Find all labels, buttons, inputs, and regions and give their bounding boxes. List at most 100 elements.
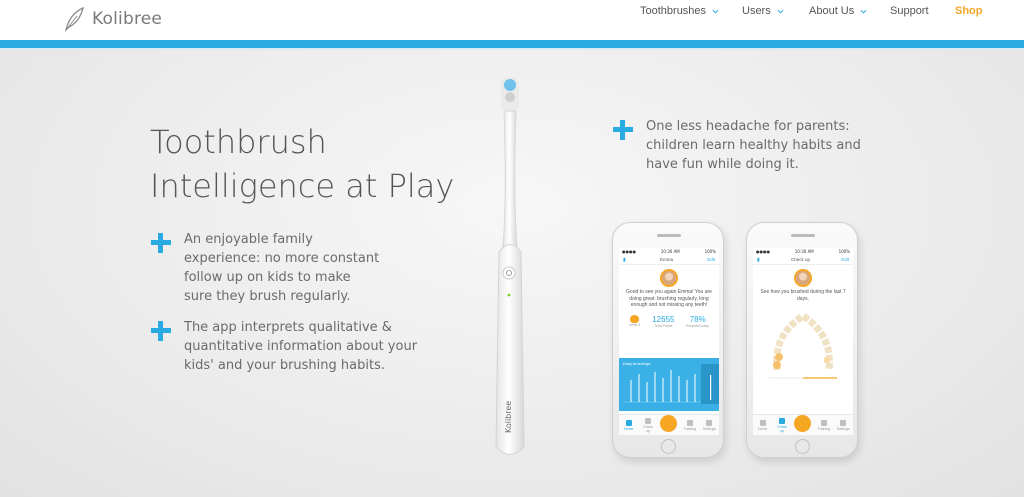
- stat-label: Brushed today: [686, 323, 709, 328]
- tab-training[interactable]: Training: [683, 419, 697, 431]
- tab-settings[interactable]: Settings: [836, 419, 850, 431]
- teeth-map: [769, 311, 837, 379]
- settings-icon: [706, 419, 713, 426]
- greeting-message: Good to see you again Emma! You are doin…: [626, 289, 712, 308]
- header-accent-bar: [0, 40, 1024, 50]
- nav-toothbrushes-label: Toothbrushes: [640, 5, 707, 17]
- toothbrush-small-icon[interactable]: ▮: [757, 257, 760, 263]
- level-icon: [630, 315, 640, 323]
- feature-app: The app interprets qualitative & quantit…: [150, 318, 420, 375]
- nav-shop-label: Shop: [955, 5, 983, 17]
- app-title: Emma: [659, 257, 673, 262]
- status-carrier: ●●●●: [622, 249, 636, 254]
- phone-mockup-profile: ●●●● 10:30 AM 100% ▮ Emma Edit Good to s…: [612, 222, 724, 458]
- chevron-down-icon: [712, 9, 719, 14]
- status-carrier: ●●●●: [756, 249, 770, 254]
- checkup-icon: [779, 417, 786, 424]
- nav-about-us-label: About Us: [809, 5, 855, 17]
- main-nav: Toothbrushes Users About Us Support Shop: [0, 5, 1024, 19]
- avatar: [660, 269, 678, 287]
- edit-link[interactable]: Edit: [707, 257, 715, 262]
- toothbrush-brand-text: Kolibree: [504, 401, 513, 433]
- chevron-down-icon: [860, 9, 867, 14]
- phone-speaker: [791, 234, 815, 237]
- stat-value: 78%: [689, 314, 706, 324]
- tab-home[interactable]: Home: [756, 419, 770, 431]
- brushing-bars: [623, 364, 719, 404]
- toothbrush-small-icon[interactable]: ▮: [623, 257, 626, 263]
- tab-training-label: Training: [817, 426, 831, 431]
- hero-title: Toothbrush Intelligence at Play: [150, 120, 490, 208]
- nav-users-label: Users: [742, 5, 771, 17]
- stat-label: Total Points: [654, 323, 673, 328]
- app-bar: ▮ Emma Edit: [619, 255, 719, 265]
- site-header: Kolibree Toothbrushes Users About Us Sup…: [0, 0, 1024, 40]
- tab-settings-label: Settings: [702, 426, 716, 431]
- avatar: [794, 269, 812, 287]
- tab-home[interactable]: Home: [622, 419, 636, 431]
- nav-support[interactable]: Support: [890, 5, 929, 17]
- tab-check-up-label: Check up: [777, 424, 788, 433]
- tab-training-label: Training: [683, 426, 697, 431]
- status-bar: ●●●● 10:30 AM 100%: [753, 248, 853, 255]
- tab-check-up-label: Check up: [643, 424, 654, 433]
- tab-home-label: Home: [624, 426, 634, 431]
- stat-label: Level 3: [628, 323, 641, 327]
- feature-text: An enjoyable family experience: no more …: [184, 232, 380, 304]
- home-icon: [625, 419, 632, 426]
- training-icon: [820, 419, 827, 426]
- training-icon: [686, 419, 693, 426]
- home-icon: [759, 419, 766, 426]
- tab-check-up[interactable]: Check up: [641, 417, 655, 433]
- stat-value: 12655: [652, 314, 675, 324]
- status-time: 10:30 AM: [660, 249, 680, 254]
- chevron-down-icon: [777, 9, 784, 14]
- tab-check-up[interactable]: Check up: [775, 417, 789, 433]
- phone-screen: ●●●● 10:30 AM 100% ▮ Check up Edit See h…: [753, 248, 853, 435]
- stat-brushed: 78% Brushed today: [686, 315, 709, 328]
- tab-bar: Home Check up Training Settings: [753, 414, 853, 435]
- feature-family: An enjoyable family experience: no more …: [150, 230, 380, 306]
- hero-title-line1: Toothbrush: [150, 123, 327, 161]
- stat-points: 12655 Total Points: [652, 315, 674, 328]
- app-title: Check up: [790, 257, 810, 262]
- hero-section: Toothbrush Intelligence at Play An enjoy…: [0, 50, 1024, 497]
- checkup-message: See how you brushed during the last 7 da…: [760, 289, 846, 302]
- tab-home-label: Home: [758, 426, 768, 431]
- stat-level: Level 3: [629, 315, 640, 327]
- status-time: 10:30 AM: [794, 249, 814, 254]
- tab-settings[interactable]: Settings: [702, 419, 716, 431]
- feature-text: One less headache for parents: children …: [646, 119, 861, 172]
- status-battery: 100%: [704, 249, 716, 254]
- phone-home-button: [661, 439, 676, 454]
- hero-title-line2: Intelligence at Play: [150, 167, 455, 205]
- nav-users[interactable]: Users: [742, 5, 784, 17]
- plus-icon: [150, 232, 172, 254]
- toothbrush-image: Kolibree: [495, 77, 525, 455]
- nav-about-us[interactable]: About Us: [809, 5, 867, 17]
- settings-icon: [840, 419, 847, 426]
- phone-speaker: [657, 234, 681, 237]
- stats-row: Level 3 12655 Total Points 78% Brushed t…: [619, 315, 719, 328]
- checkup-icon: [645, 417, 652, 424]
- tab-bar: Home Check up Training Settings: [619, 414, 719, 435]
- brush-action-button[interactable]: [794, 414, 812, 432]
- brush-action-button[interactable]: [660, 414, 678, 432]
- plus-icon: [612, 119, 634, 141]
- feature-text: The app interprets qualitative & quantit…: [184, 320, 418, 373]
- nav-toothbrushes[interactable]: Toothbrushes: [640, 5, 719, 17]
- status-bar: ●●●● 10:30 AM 100%: [619, 248, 719, 255]
- nav-support-label: Support: [890, 5, 929, 17]
- phone-screen: ●●●● 10:30 AM 100% ▮ Emma Edit Good to s…: [619, 248, 719, 435]
- nav-shop[interactable]: Shop: [955, 5, 983, 17]
- feature-parents: One less headache for parents: children …: [612, 117, 862, 174]
- edit-link[interactable]: Edit: [841, 257, 849, 262]
- plus-icon: [150, 320, 172, 342]
- tab-training[interactable]: Training: [817, 419, 831, 431]
- app-bar: ▮ Check up Edit: [753, 255, 853, 265]
- tab-settings-label: Settings: [836, 426, 850, 431]
- phone-home-button: [795, 439, 810, 454]
- phone-mockup-checkup: ●●●● 10:30 AM 100% ▮ Check up Edit See h…: [746, 222, 858, 458]
- daily-brushings-chart: Daily brushings: [619, 358, 719, 411]
- status-battery: 100%: [838, 249, 850, 254]
